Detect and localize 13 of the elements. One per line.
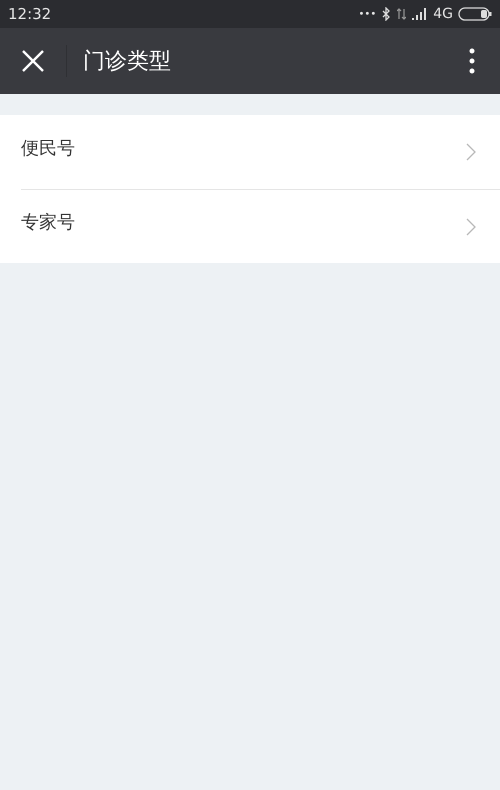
data-arrows-icon xyxy=(397,8,406,20)
more-icon xyxy=(469,48,475,74)
battery-icon xyxy=(458,7,492,21)
page-title: 门诊类型 xyxy=(83,48,171,76)
list-item[interactable]: 专家号 xyxy=(21,189,500,263)
notification-dots: ••• xyxy=(358,8,376,22)
close-icon xyxy=(22,50,44,72)
chevron-right-icon xyxy=(466,218,476,236)
bluetooth-icon xyxy=(382,7,392,21)
list-item[interactable]: 便民号 xyxy=(21,115,500,189)
chevron-right-icon xyxy=(466,143,476,161)
status-time: 12:32 xyxy=(8,4,52,25)
network-type: 4G xyxy=(433,4,453,24)
